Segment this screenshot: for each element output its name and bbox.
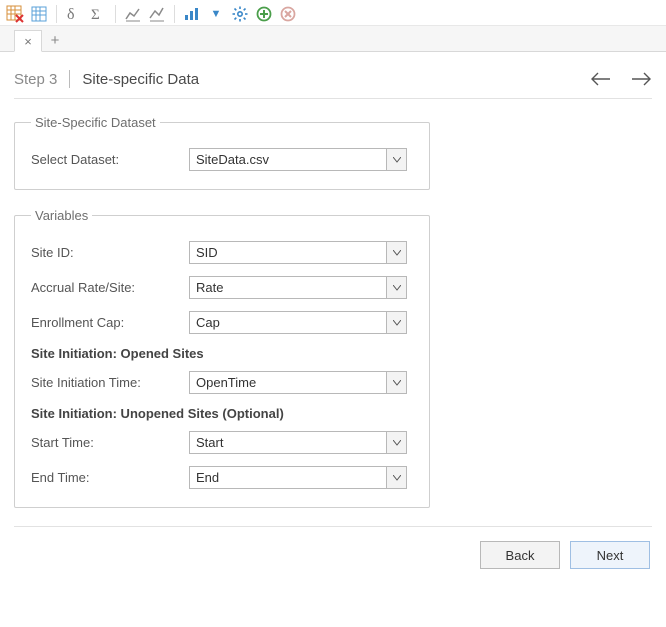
delta-icon[interactable]: δ (65, 5, 83, 23)
chart-line1-icon[interactable] (124, 5, 142, 23)
delete-icon[interactable] (279, 5, 297, 23)
group-dataset-legend: Site-Specific Dataset (31, 115, 160, 130)
label-site-init-time: Site Initiation Time: (31, 375, 189, 390)
combo-enrollment-cap[interactable]: Cap (189, 311, 407, 334)
group-dataset: Site-Specific Dataset Select Dataset: Si… (14, 115, 430, 190)
step-header: Step 3 Site-specific Data (14, 66, 652, 98)
chevron-down-icon[interactable] (386, 467, 406, 488)
gear-icon[interactable] (231, 5, 249, 23)
combo-select-dataset[interactable]: SiteData.csv (189, 148, 407, 171)
sigma-icon[interactable]: Σ (89, 5, 107, 23)
combo-end-time[interactable]: End (189, 466, 407, 489)
add-icon[interactable] (255, 5, 273, 23)
toolbar-separator (115, 5, 116, 23)
toolbar-separator (56, 5, 57, 23)
heading-opened-sites: Site Initiation: Opened Sites (31, 346, 413, 361)
step-number: Step 3 (14, 71, 57, 88)
tab-add[interactable]: + (42, 29, 68, 51)
chevron-down-icon[interactable] (386, 312, 406, 333)
step-separator (69, 70, 70, 88)
combo-end-time-value: End (190, 470, 386, 485)
close-icon[interactable]: × (24, 34, 32, 49)
dropdown-caret-icon[interactable]: ▼ (207, 5, 225, 23)
group-variables: Variables Site ID: SID Accrual Rate/Site… (14, 208, 430, 508)
chart-line2-icon[interactable] (148, 5, 166, 23)
label-start-time: Start Time: (31, 435, 189, 450)
footer: Back Next (14, 541, 652, 569)
svg-text:δ: δ (67, 6, 75, 22)
combo-site-init-time[interactable]: OpenTime (189, 371, 407, 394)
combo-start-time[interactable]: Start (189, 431, 407, 454)
combo-enrollment-cap-value: Cap (190, 315, 386, 330)
label-site-id: Site ID: (31, 245, 189, 260)
chart-bar-icon[interactable] (183, 5, 201, 23)
combo-start-time-value: Start (190, 435, 386, 450)
header-divider (14, 98, 652, 99)
grid-icon[interactable] (30, 5, 48, 23)
step-title: Site-specific Data (82, 71, 199, 88)
chevron-down-icon[interactable] (386, 149, 406, 170)
combo-accrual-rate-value: Rate (190, 280, 386, 295)
combo-select-dataset-value: SiteData.csv (190, 152, 386, 167)
combo-accrual-rate[interactable]: Rate (189, 276, 407, 299)
combo-site-id-value: SID (190, 245, 386, 260)
label-enrollment-cap: Enrollment Cap: (31, 315, 189, 330)
group-variables-legend: Variables (31, 208, 92, 223)
label-end-time: End Time: (31, 470, 189, 485)
next-button[interactable]: Next (570, 541, 650, 569)
chevron-down-icon[interactable] (386, 242, 406, 263)
label-select-dataset: Select Dataset: (31, 152, 189, 167)
wizard-page: Step 3 Site-specific Data Site-Specific … (0, 52, 666, 569)
toolbar: δ Σ ▼ (0, 0, 666, 26)
chevron-down-icon[interactable] (386, 372, 406, 393)
chevron-down-icon[interactable] (386, 432, 406, 453)
combo-site-id[interactable]: SID (189, 241, 407, 264)
grid-delete-icon[interactable] (6, 5, 24, 23)
back-button[interactable]: Back (480, 541, 560, 569)
footer-divider (14, 526, 652, 527)
label-accrual-rate: Accrual Rate/Site: (31, 280, 189, 295)
svg-text:Σ: Σ (91, 7, 100, 22)
heading-unopened-sites: Site Initiation: Unopened Sites (Optiona… (31, 406, 413, 421)
toolbar-separator (174, 5, 175, 23)
tab-active[interactable]: × (14, 30, 42, 52)
nav-prev-arrow-icon[interactable] (590, 70, 612, 88)
combo-site-init-time-value: OpenTime (190, 375, 386, 390)
nav-next-arrow-icon[interactable] (630, 70, 652, 88)
plus-icon: + (51, 32, 60, 49)
chevron-down-icon[interactable] (386, 277, 406, 298)
tabstrip: × + (0, 26, 666, 52)
